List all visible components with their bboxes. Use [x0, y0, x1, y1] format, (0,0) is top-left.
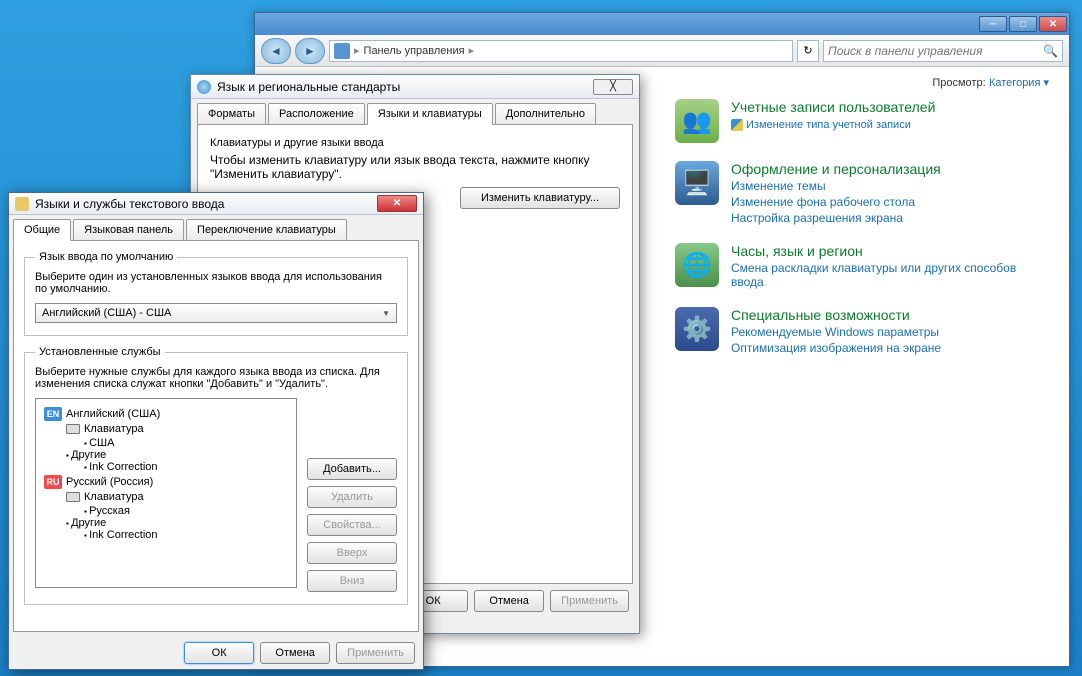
- cp-appearance-title[interactable]: Оформление и персонализация: [731, 161, 941, 177]
- appearance-icon: 🖥️: [675, 161, 719, 205]
- default-language-combo[interactable]: Английский (США) - США ▼: [35, 303, 397, 323]
- badge-en: EN: [44, 407, 62, 421]
- region-title-text: Язык и региональные стандарты: [217, 80, 400, 94]
- keyboards-group-title: Клавиатуры и другие языки ввода: [210, 137, 620, 149]
- cp-titlebar: ─ □ ✕: [255, 13, 1069, 35]
- tree-kb-en[interactable]: Клавиатура: [66, 423, 288, 435]
- search-input[interactable]: [828, 44, 1043, 58]
- region-apply-button[interactable]: Применить: [550, 590, 629, 612]
- refresh-button[interactable]: ↻: [797, 40, 819, 62]
- cp-ease-title[interactable]: Специальные возможности: [731, 307, 941, 323]
- user-accounts-icon: 👥: [675, 99, 719, 143]
- installed-services-desc: Выберите нужные службы для каждого языка…: [35, 366, 397, 390]
- back-button[interactable]: ◄: [261, 38, 291, 64]
- ts-cancel-button[interactable]: Отмена: [260, 642, 330, 664]
- search-icon: 🔍: [1043, 44, 1058, 58]
- tree-ink-en[interactable]: Ink Correction: [84, 461, 288, 473]
- text-services-dialog: Языки и службы текстового ввода ✕ Общие …: [8, 192, 424, 670]
- ts-titlebar: Языки и службы текстового ввода ✕: [9, 193, 423, 215]
- keyboard-icon: [66, 424, 80, 434]
- cp-appearance-link-2[interactable]: Настройка разрешения экрана: [731, 211, 941, 225]
- keyboard-icon: [15, 197, 29, 211]
- globe-icon: [197, 80, 211, 94]
- badge-ru: RU: [44, 475, 62, 489]
- default-language-group: Язык ввода по умолчанию Выберите один из…: [24, 251, 408, 336]
- region-titlebar: Язык и региональные стандарты ╳: [191, 75, 639, 99]
- ts-tabs: Общие Языковая панель Переключение клави…: [9, 215, 423, 240]
- breadcrumb-text: Панель управления: [364, 45, 465, 57]
- language-tree[interactable]: ENАнглийский (США) Клавиатура США Другие…: [35, 398, 297, 588]
- change-keyboard-button[interactable]: Изменить клавиатуру...: [460, 187, 620, 209]
- ts-title-text: Языки и службы текстового ввода: [35, 197, 224, 211]
- keyboard-icon: [66, 492, 80, 502]
- ts-close-button[interactable]: ✕: [377, 195, 417, 212]
- region-close-button[interactable]: ╳: [593, 79, 633, 95]
- chevron-down-icon: ▼: [382, 309, 390, 318]
- minimize-button[interactable]: ─: [979, 16, 1007, 32]
- cp-appearance-link-0[interactable]: Изменение темы: [731, 179, 941, 193]
- cp-appearance-link-1[interactable]: Изменение фона рабочего стола: [731, 195, 941, 209]
- cp-clock-region: 🌐 Часы, язык и регион Смена раскладки кл…: [675, 243, 1049, 289]
- cp-ease-of-access: ⚙️ Специальные возможности Рекомендуемые…: [675, 307, 1049, 355]
- tree-other-ru[interactable]: Другие: [66, 517, 288, 529]
- ts-panel: Язык ввода по умолчанию Выберите один из…: [13, 240, 419, 632]
- installed-services-group: Установленные службы Выберите нужные слу…: [24, 346, 408, 605]
- tree-lang-ru[interactable]: RUРусский (Россия): [44, 475, 288, 489]
- cp-appearance: 🖥️ Оформление и персонализация Изменение…: [675, 161, 1049, 225]
- tree-lang-en[interactable]: ENАнглийский (США): [44, 407, 288, 421]
- cp-ease-link-1[interactable]: Оптимизация изображения на экране: [731, 341, 941, 355]
- breadcrumb-sep: ▸: [469, 44, 475, 57]
- tab-keyboards[interactable]: Языки и клавиатуры: [367, 103, 493, 125]
- add-button[interactable]: Добавить...: [307, 458, 397, 480]
- ts-apply-button[interactable]: Применить: [336, 642, 415, 664]
- default-language-legend: Язык ввода по умолчанию: [35, 251, 177, 263]
- default-language-desc: Выберите один из установленных языков вв…: [35, 271, 397, 295]
- tree-other-en[interactable]: Другие: [66, 449, 288, 461]
- ts-ok-button[interactable]: ОК: [184, 642, 254, 664]
- view-category-link[interactable]: Категория ▾: [989, 77, 1049, 89]
- cp-accounts-title[interactable]: Учетные записи пользователей: [731, 99, 935, 115]
- region-cancel-button[interactable]: Отмена: [474, 590, 544, 612]
- maximize-button[interactable]: □: [1009, 16, 1037, 32]
- breadcrumb-sep: ▸: [354, 44, 360, 57]
- cp-clock-link-0[interactable]: Смена раскладки клавиатуры или других сп…: [731, 261, 1049, 289]
- tab-formats[interactable]: Форматы: [197, 103, 266, 124]
- cp-clock-title[interactable]: Часы, язык и регион: [731, 243, 1049, 259]
- move-down-button[interactable]: Вниз: [307, 570, 397, 592]
- cp-accounts: 👥 Учетные записи пользователей Изменение…: [675, 99, 1049, 143]
- keyboards-group-text: Чтобы изменить клавиатуру или язык ввода…: [210, 153, 620, 181]
- shield-icon: [731, 119, 743, 131]
- installed-services-legend: Установленные службы: [35, 346, 165, 358]
- view-label: Просмотр:: [932, 77, 985, 89]
- forward-button[interactable]: ►: [295, 38, 325, 64]
- cp-ease-link-0[interactable]: Рекомендуемые Windows параметры: [731, 325, 941, 339]
- tree-ink-ru[interactable]: Ink Correction: [84, 529, 288, 541]
- tab-language-bar[interactable]: Языковая панель: [73, 219, 184, 240]
- tree-layout-ru[interactable]: Русская: [84, 505, 288, 517]
- clock-region-icon: 🌐: [675, 243, 719, 287]
- breadcrumb[interactable]: ▸ Панель управления ▸: [329, 40, 793, 62]
- close-button[interactable]: ✕: [1039, 16, 1067, 32]
- cp-navbar: ◄ ► ▸ Панель управления ▸ ↻ 🔍: [255, 35, 1069, 67]
- cp-accounts-link-0[interactable]: Изменение типа учетной записи: [731, 117, 935, 131]
- tab-key-switching[interactable]: Переключение клавиатуры: [186, 219, 347, 240]
- tab-location[interactable]: Расположение: [268, 103, 365, 124]
- ts-footer: ОК Отмена Применить: [9, 636, 423, 670]
- region-tabs: Форматы Расположение Языки и клавиатуры …: [191, 99, 639, 124]
- tree-kb-ru[interactable]: Клавиатура: [66, 491, 288, 503]
- default-language-value: Английский (США) - США: [42, 307, 171, 319]
- view-row: Просмотр: Категория ▾: [932, 75, 1049, 89]
- control-panel-icon: [334, 43, 350, 59]
- move-up-button[interactable]: Вверх: [307, 542, 397, 564]
- tree-buttons: Добавить... Удалить Свойства... Вверх Вн…: [307, 398, 397, 592]
- remove-button[interactable]: Удалить: [307, 486, 397, 508]
- search-box[interactable]: 🔍: [823, 40, 1063, 62]
- properties-button[interactable]: Свойства...: [307, 514, 397, 536]
- tab-general[interactable]: Общие: [13, 219, 71, 241]
- tree-layout-us[interactable]: США: [84, 437, 288, 449]
- ease-of-access-icon: ⚙️: [675, 307, 719, 351]
- tab-additional[interactable]: Дополнительно: [495, 103, 596, 124]
